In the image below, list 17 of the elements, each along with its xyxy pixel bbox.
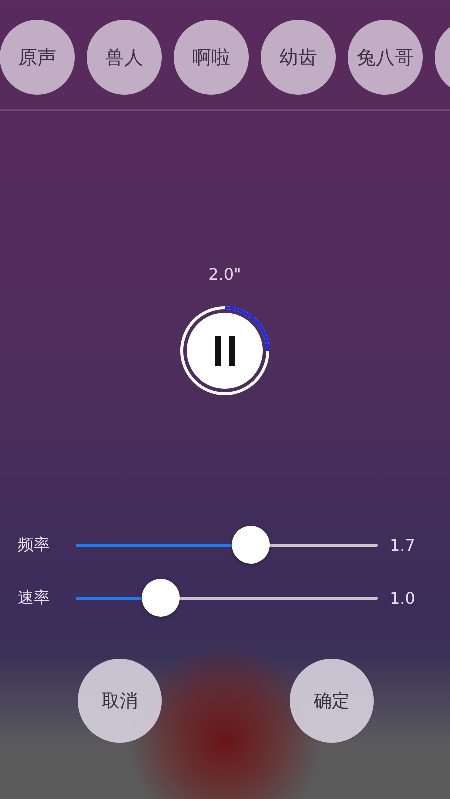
cancel-button[interactable]: 取消	[78, 659, 162, 743]
slider-label: 频率	[17, 534, 51, 556]
voice-button[interactable]: 原声	[0, 20, 75, 95]
voice-button[interactable]: 啊啦	[174, 20, 249, 95]
voice-button[interactable]: 幼齿	[261, 20, 336, 95]
slider-value: 1.0	[390, 588, 416, 608]
slider-value: 1.7	[390, 536, 416, 554]
slider[interactable]	[76, 579, 378, 617]
slider[interactable]	[76, 526, 378, 564]
timer-text: 2.0"	[208, 265, 242, 284]
pause-button[interactable]	[187, 313, 263, 389]
slider-thumb[interactable]	[142, 579, 180, 617]
voice-button[interactable]: 兔八哥	[348, 20, 423, 95]
voice-button[interactable]: 兽人	[87, 20, 162, 95]
slider-thumb[interactable]	[232, 526, 270, 564]
confirm-button[interactable]: 确定	[290, 659, 374, 743]
slider-label: 速率	[17, 588, 51, 608]
